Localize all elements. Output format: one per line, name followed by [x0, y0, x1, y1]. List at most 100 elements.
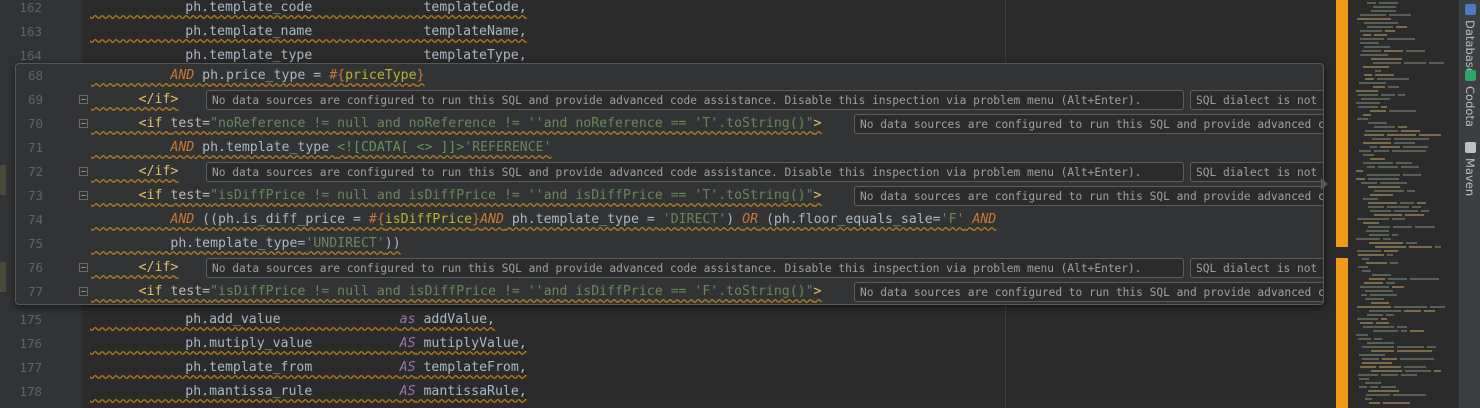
- inspection-hint[interactable]: No data sources are configured to run th…: [854, 114, 1323, 134]
- minimap-line: [1372, 274, 1391, 276]
- minimap-line: [1369, 234, 1389, 236]
- minimap-line: [1397, 346, 1424, 348]
- code-line[interactable]: 163 ph.template_name templateName,: [0, 20, 1335, 44]
- inspection-hint[interactable]: No data sources are configured to run th…: [854, 282, 1323, 302]
- codota-tab[interactable]: Codota: [1461, 70, 1479, 127]
- minimap-line: [1368, 390, 1399, 392]
- minimap-line: [1360, 42, 1379, 44]
- inspection-hint[interactable]: No data sources are configured to run th…: [206, 90, 1184, 110]
- code-token: as: [399, 312, 416, 327]
- fold-toggle-icon[interactable]: [79, 263, 88, 272]
- minimap-line: [1363, 142, 1391, 144]
- minimap-line: [1403, 146, 1428, 148]
- line-number: 70: [27, 116, 43, 131]
- minimap-line: [1368, 226, 1390, 228]
- minimap-line: [1373, 62, 1401, 64]
- minimap-line: [1362, 362, 1392, 364]
- inspection-hint[interactable]: No data sources are configured to run th…: [206, 162, 1184, 182]
- code-line[interactable]: 178 ph.mantissa_rule AS mantissaRule,: [0, 380, 1335, 404]
- code-token: test=: [170, 116, 211, 131]
- minimap-line: [1364, 134, 1384, 136]
- peek-definition-popup[interactable]: 68 AND ph.price_type = #{priceType} 69 </…: [15, 63, 1324, 305]
- line-number: 77: [27, 284, 43, 299]
- peek-code-line[interactable]: 68 AND ph.price_type = #{priceType}: [16, 64, 1323, 88]
- inspection-hint[interactable]: No data sources are configured to run th…: [854, 186, 1323, 206]
- code-token: }: [472, 212, 481, 227]
- peek-code-line[interactable]: 69 </if> No data sources are configured t…: [16, 88, 1323, 112]
- code-token: (ph.floor_equals_sale=: [758, 212, 941, 227]
- code-editor[interactable]: 162 ph.template_code templateCode, 163 ph…: [0, 0, 1335, 408]
- maven-tab[interactable]: Maven: [1461, 142, 1479, 196]
- peek-code-line[interactable]: 77 <if test="isDiffPrice != null and isD…: [16, 280, 1323, 304]
- scrollbar-thumb[interactable]: [1336, 0, 1348, 247]
- minimap-line: [1369, 310, 1401, 312]
- minimap-line: [1356, 102, 1380, 104]
- line-number: 74: [27, 212, 43, 227]
- minimap-line: [1358, 94, 1378, 96]
- code-token: AS: [399, 360, 416, 375]
- minimap-line: [1370, 146, 1377, 148]
- minimap-line: [1373, 330, 1398, 332]
- minimap-line: [1430, 306, 1445, 308]
- minimap-line: [1381, 94, 1395, 96]
- peek-code-line[interactable]: 76 </if> No data sources are configured t…: [16, 256, 1323, 280]
- minimap-line: [1363, 222, 1379, 224]
- minimap-line: [1382, 358, 1397, 360]
- minimap-line: [1358, 254, 1384, 256]
- code-token: }: [416, 68, 425, 83]
- minimap-line: [1407, 190, 1415, 192]
- inspection-hint[interactable]: No data sources are configured to run th…: [206, 258, 1184, 278]
- peek-code-line[interactable]: 72 </if> No data sources are configured t…: [16, 160, 1323, 184]
- minimap-line: [1405, 214, 1424, 216]
- inspection-hint[interactable]: SQL dialect is not configured: [1190, 90, 1323, 110]
- minimap-line: [1375, 74, 1394, 76]
- peek-code-line[interactable]: 71 AND ph.template_type <![CDATA[ <> ]]>…: [16, 136, 1323, 160]
- minimap-line: [1398, 94, 1405, 96]
- minimap-line: [1367, 342, 1394, 344]
- minimap-line: [1356, 90, 1378, 92]
- minimap-line: [1357, 250, 1381, 252]
- maven-icon: [1464, 142, 1476, 153]
- minimap-line: [1363, 66, 1389, 68]
- minimap-line: [1368, 206, 1384, 208]
- code-token: ): [726, 212, 743, 227]
- code-token: 'REFERENCE': [464, 140, 552, 155]
- fold-toggle-icon[interactable]: [79, 95, 88, 104]
- minimap-line: [1363, 154, 1374, 156]
- inspection-hint[interactable]: SQL dialect is not configured: [1190, 162, 1323, 182]
- code-text: ph.mantissa_rule AS mantissaRule,: [90, 380, 526, 404]
- scrollbar-highlight[interactable]: [1336, 258, 1348, 408]
- fold-toggle-icon[interactable]: [79, 287, 88, 296]
- minimap-line: [1359, 354, 1385, 356]
- code-token: isDiffPrice: [384, 212, 473, 227]
- code-minimap[interactable]: [1352, 0, 1458, 408]
- minimap-line: [1360, 366, 1376, 368]
- fold-toggle-icon[interactable]: [79, 191, 88, 200]
- minimap-line: [1367, 26, 1393, 28]
- fold-toggle-icon[interactable]: [79, 119, 88, 128]
- code-line[interactable]: 162 ph.template_code templateCode,: [0, 0, 1335, 20]
- peek-code-line[interactable]: 74 AND ((ph.is_diff_price = #{isDiffPric…: [16, 208, 1323, 232]
- code-token: ph.template_type: [194, 140, 338, 155]
- peek-code-line[interactable]: 73 <if test="isDiffPrice != null and isD…: [16, 184, 1323, 208]
- database-tab[interactable]: Database: [1461, 4, 1479, 75]
- minimap-line: [1394, 210, 1418, 212]
- minimap-line: [1421, 210, 1429, 212]
- minimap-line: [1361, 98, 1390, 100]
- minimap-line: [1369, 278, 1385, 280]
- peek-code-line[interactable]: 75 ph.template_type='UNDIRECT')): [16, 232, 1323, 256]
- minimap-line: [1392, 218, 1405, 220]
- code-line[interactable]: 177 ph.template_from AS templateFrom,: [0, 356, 1335, 380]
- minimap-line: [1405, 370, 1431, 372]
- code-line[interactable]: 175 ph.add_value as addValue,: [0, 308, 1335, 332]
- code-token: ph.template_type =: [503, 212, 663, 227]
- peek-code-line[interactable]: 70 <if test="noReference != null and noR…: [16, 112, 1323, 136]
- code-text: AND ph.template_type <![CDATA[ <> ]]>'RE…: [91, 136, 552, 160]
- minimap-line: [1359, 378, 1369, 380]
- minimap-line: [1368, 202, 1397, 204]
- minimap-line: [1397, 326, 1407, 328]
- fold-toggle-icon[interactable]: [79, 167, 88, 176]
- code-line[interactable]: 176 ph.mutiply_value AS mutiplyValue,: [0, 332, 1335, 356]
- inspection-hint[interactable]: SQL dialect is not configured: [1190, 258, 1323, 278]
- code-token: templateFrom,: [415, 360, 527, 375]
